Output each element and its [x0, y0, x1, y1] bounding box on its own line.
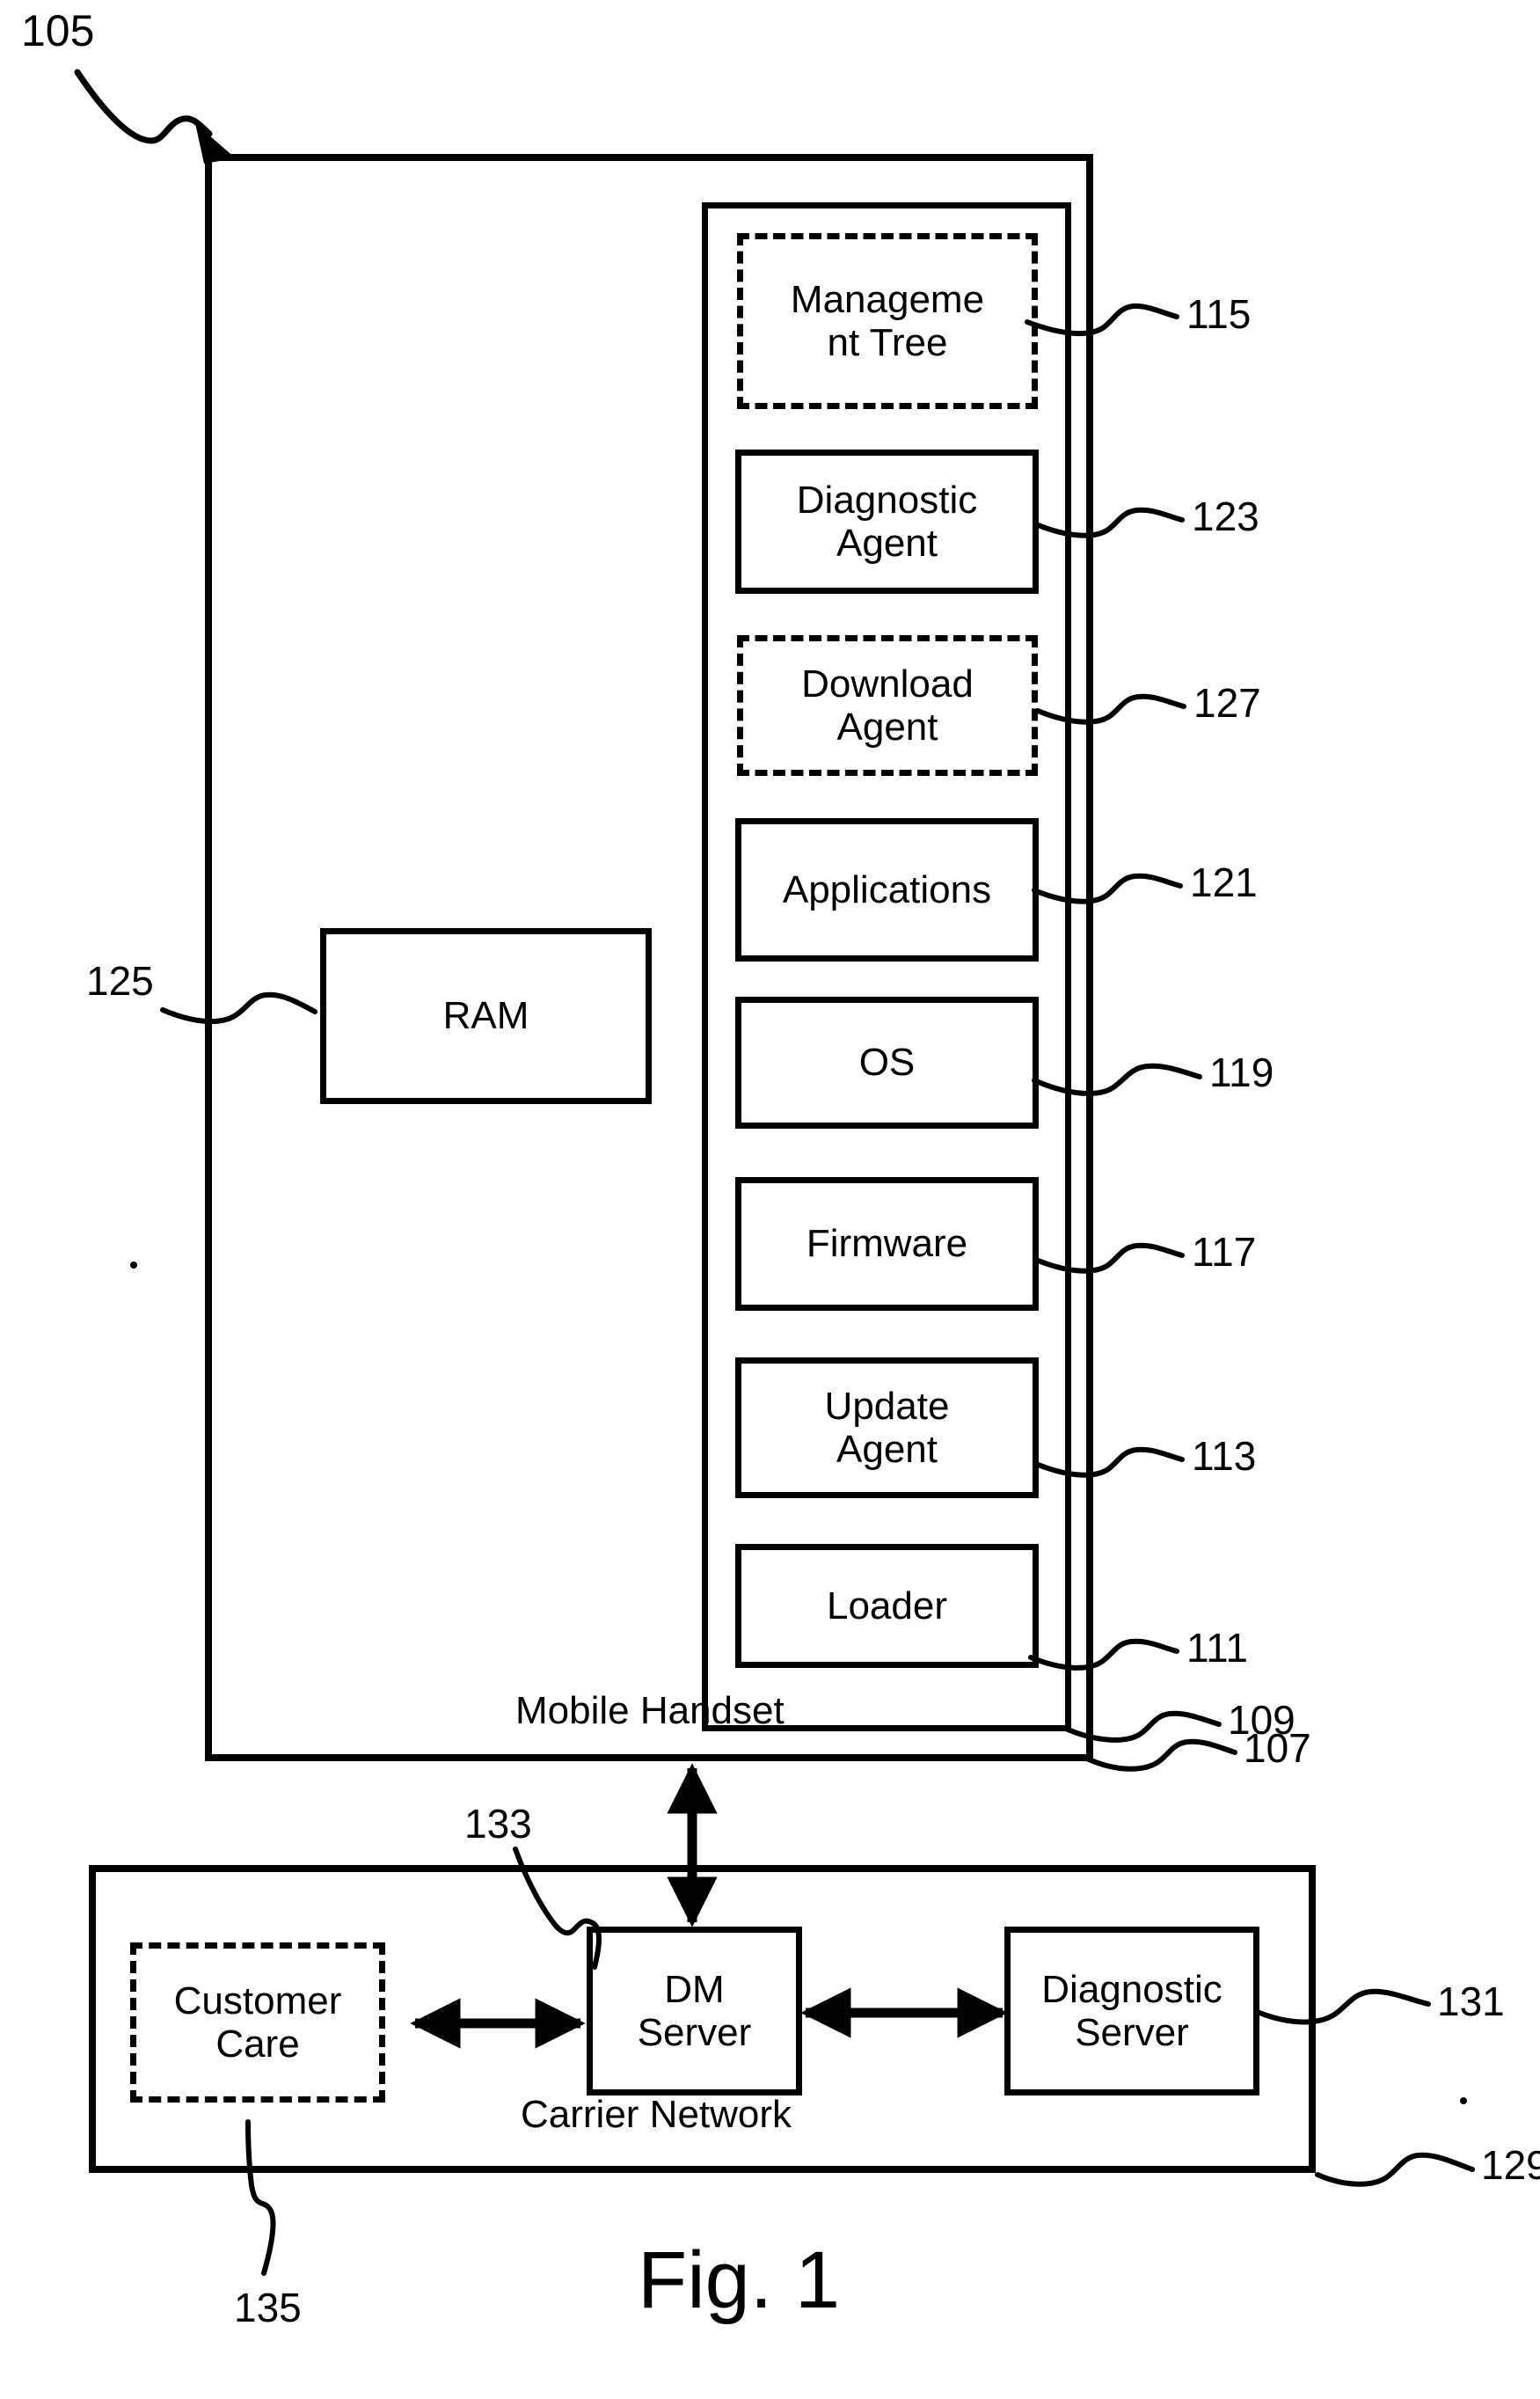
refnum-121: 121 [1190, 859, 1258, 905]
diagnostic-server-label: Diagnostic Server [1041, 1967, 1223, 2054]
applications-label: Applications [782, 867, 992, 911]
applications-box: Applications [735, 818, 1039, 962]
leader-107 [1086, 1738, 1237, 1772]
refnum-127: 127 [1193, 680, 1261, 726]
leader-105 [74, 69, 236, 164]
update-agent-box: Update Agent [735, 1357, 1039, 1498]
management-tree-box: Manageme nt Tree [737, 233, 1038, 409]
firmware-label: Firmware [806, 1222, 968, 1266]
diagnostic-server-box: Diagnostic Server [1004, 1927, 1259, 2095]
loader-box: Loader [735, 1544, 1039, 1668]
refnum-131: 131 [1437, 1978, 1505, 2024]
refnum-117: 117 [1192, 1229, 1257, 1275]
dm-server-box: DM Server [587, 1927, 802, 2095]
management-tree-label: Manageme nt Tree [790, 277, 985, 364]
refnum-107: 107 [1244, 1725, 1311, 1771]
os-box: OS [735, 997, 1039, 1129]
refnum-115: 115 [1186, 291, 1252, 337]
figure-title: Fig. 1 [638, 2235, 841, 2325]
refnum-133: 133 [464, 1801, 532, 1847]
refnum-105: 105 [21, 6, 95, 55]
refnum-129: 129 [1481, 2142, 1540, 2188]
diagnostic-agent-label: Diagnostic Agent [796, 478, 978, 565]
refnum-123: 123 [1192, 494, 1259, 539]
refnum-113: 113 [1192, 1433, 1257, 1479]
loader-label: Loader [826, 1583, 947, 1627]
update-agent-label: Update Agent [824, 1384, 950, 1471]
customer-care-box: Customer Care [130, 1942, 385, 2103]
refnum-119: 119 [1209, 1050, 1274, 1095]
dm-server-label: DM Server [637, 1967, 752, 2054]
download-agent-label: Download Agent [801, 662, 974, 749]
handset-module-column [702, 202, 1071, 1731]
firmware-box: Firmware [735, 1177, 1039, 1311]
diagnostic-agent-box: Diagnostic Agent [735, 450, 1039, 594]
carrier-network-label: Carrier Network [521, 2093, 792, 2136]
refnum-111: 111 [1186, 1625, 1248, 1671]
ram-label: RAM [442, 994, 529, 1038]
refnum-125: 125 [86, 958, 154, 1004]
download-agent-box: Download Agent [737, 635, 1038, 776]
scan-speck [130, 1262, 137, 1269]
scan-speck-2 [1460, 2097, 1467, 2104]
leader-129 [1315, 2152, 1475, 2187]
patent-figure-1: Mobile Handset RAM Manageme nt Tree Diag… [0, 0, 1540, 2399]
refnum-135: 135 [234, 2285, 302, 2330]
ram-box: RAM [320, 928, 652, 1104]
os-label: OS [858, 1041, 916, 1085]
customer-care-label: Customer Care [173, 1978, 342, 2066]
